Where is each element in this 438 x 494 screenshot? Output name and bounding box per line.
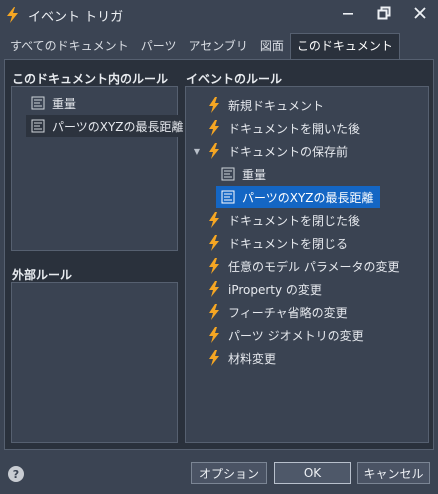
lightning-icon [206, 304, 222, 320]
event-new-document[interactable]: 新規ドキュメント [206, 94, 324, 116]
event-feature-suppression-change[interactable]: フィーチャ省略の変更 [206, 301, 348, 323]
event-label: 重量 [242, 167, 267, 182]
doc-rule-weight[interactable]: 重量 [26, 92, 180, 114]
event-child-weight[interactable]: 重量 [220, 163, 266, 185]
lightning-icon [206, 120, 222, 136]
rule-icon [220, 189, 236, 205]
tab-content: このドキュメント内のルール 重量 パーツのXYZの最長距離 外部ルール イベント… [4, 59, 434, 450]
lightning-icon [206, 281, 222, 297]
options-button[interactable]: オプション [191, 462, 267, 484]
event-label: パーツ ジオメトリの変更 [228, 328, 364, 343]
minimize-button[interactable] [330, 0, 366, 28]
event-label: ドキュメントを開いた後 [228, 121, 361, 136]
minimize-icon [342, 7, 354, 22]
tab-assemblies[interactable]: アセンブリ [182, 33, 253, 59]
event-child-xyz-distance[interactable]: パーツのXYZの最長距離 [216, 186, 380, 208]
restore-icon [377, 6, 391, 23]
event-rules-label: イベントのルール [186, 72, 283, 86]
close-button[interactable] [402, 0, 438, 28]
doc-rule-label: 重量 [52, 96, 77, 111]
lightning-icon [206, 350, 222, 366]
lightning-icon [206, 235, 222, 251]
event-after-close-document[interactable]: ドキュメントを閉じた後 [206, 209, 360, 231]
rule-icon [30, 95, 46, 111]
event-material-change[interactable]: 材料変更 [206, 347, 276, 369]
event-label: 新規ドキュメント [228, 98, 325, 113]
external-rules-panel[interactable] [11, 282, 178, 443]
restore-button[interactable] [366, 0, 402, 28]
event-label: 材料変更 [228, 351, 277, 366]
tab-all-documents[interactable]: すべてのドキュメント [4, 33, 135, 59]
ok-button[interactable]: OK [274, 462, 351, 484]
window-title: イベント トリガ [28, 10, 124, 25]
doc-rule-xyz-distance[interactable]: パーツのXYZの最長距離 [26, 115, 184, 137]
help-icon[interactable]: ? [8, 466, 24, 482]
lightning-icon [206, 258, 222, 274]
lightning-icon [206, 327, 222, 343]
event-label: 任意のモデル パラメータの変更 [228, 259, 400, 274]
rule-icon [30, 118, 46, 134]
event-trigger-window: イベント トリガ すべてのドキュメント パーツ アセンブリ 図面 このドキュメン… [0, 0, 438, 494]
event-iproperty-change[interactable]: iProperty の変更 [206, 278, 322, 300]
external-rules-label: 外部ルール [12, 268, 73, 282]
tab-this-document[interactable]: このドキュメント [289, 33, 400, 59]
chevron-down-icon[interactable]: ▼ [192, 146, 202, 156]
document-rules-panel[interactable]: 重量 パーツのXYZの最長距離 [11, 86, 184, 251]
lightning-icon [206, 97, 222, 113]
event-label: ドキュメントの保存前 [228, 144, 349, 159]
event-before-save-document[interactable]: ドキュメントの保存前 [206, 140, 348, 162]
event-label: ドキュメントを閉じる [228, 236, 349, 251]
lightning-icon [4, 6, 22, 24]
tab-parts[interactable]: パーツ [135, 33, 183, 59]
tab-bar: すべてのドキュメント パーツ アセンブリ 図面 このドキュメント [4, 33, 400, 59]
close-icon [414, 6, 426, 22]
event-label: ドキュメントを閉じた後 [228, 213, 361, 228]
lightning-icon [206, 143, 222, 159]
event-rules-panel[interactable]: 新規ドキュメント ドキュメントを開いた後 ▼ ドキュメントの保存前 重量 パーツ… [185, 86, 429, 443]
cancel-button[interactable]: キャンセル [357, 462, 430, 484]
event-model-parameter-change[interactable]: 任意のモデル パラメータの変更 [206, 255, 399, 277]
event-after-open-document[interactable]: ドキュメントを開いた後 [206, 117, 360, 139]
event-label: パーツのXYZの最長距離 [242, 190, 374, 205]
lightning-icon [206, 212, 222, 228]
document-rules-label: このドキュメント内のルール [12, 72, 169, 86]
rule-icon [220, 166, 236, 182]
tab-drawings[interactable]: 図面 [254, 33, 290, 59]
event-part-geometry-change[interactable]: パーツ ジオメトリの変更 [206, 324, 364, 346]
title-bar[interactable]: イベント トリガ [0, 0, 438, 30]
event-label: iProperty の変更 [228, 282, 322, 297]
doc-rule-label: パーツのXYZの最長距離 [52, 119, 184, 134]
event-label: フィーチャ省略の変更 [228, 305, 348, 320]
event-close-document[interactable]: ドキュメントを閉じる [206, 232, 348, 254]
